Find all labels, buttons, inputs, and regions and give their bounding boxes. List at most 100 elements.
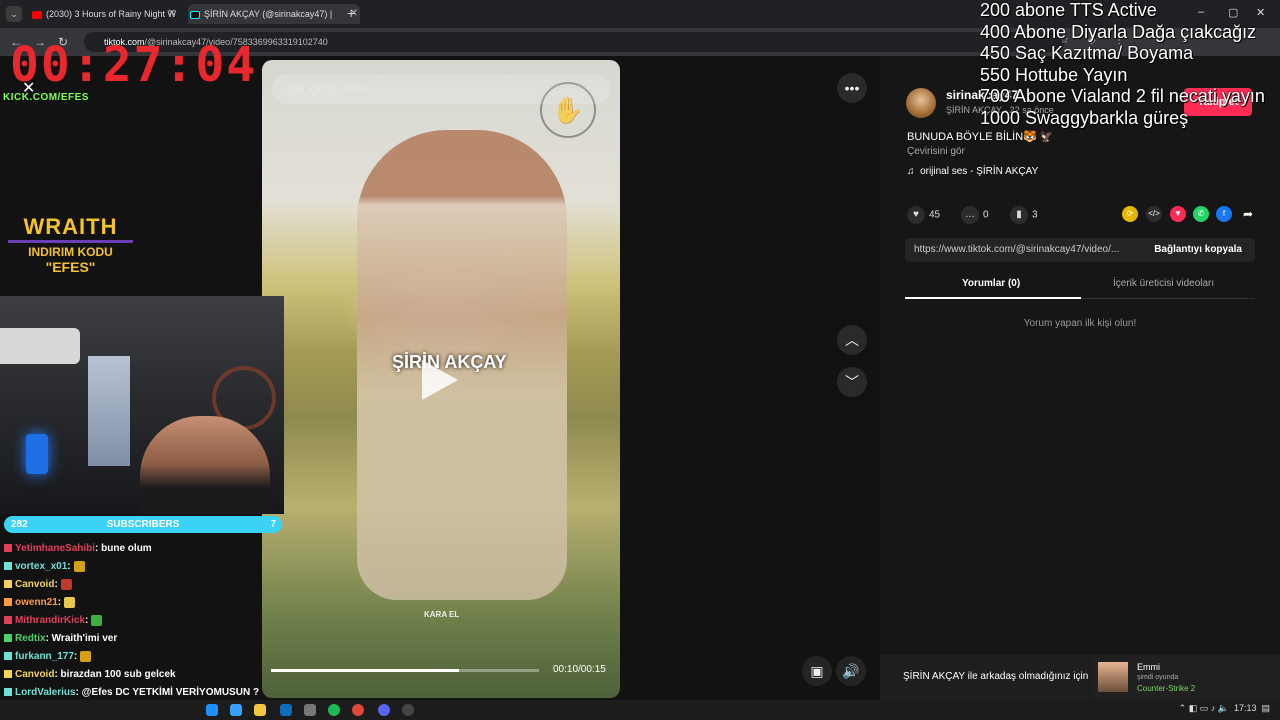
comment-count: 0 [983,209,989,221]
steam-friend-toast[interactable]: Emmi şimdi oyunda Counter-Strike 2 [1092,656,1280,700]
more-options-button[interactable]: ••• [837,73,867,103]
comment-icon: … [961,206,979,224]
system-tray[interactable]: ⌃ ◧ ▭ ♪ 🔈 17:13 ▤ [1179,703,1270,714]
chat-text: : [57,597,62,608]
related-search-input[interactable]: İlgili içeriği bulun ⌕ [272,74,610,104]
sponsor-banner: WRAITH INDIRIM KODU "EFES" [8,214,133,275]
tab-search-button[interactable]: ⌄ [6,6,22,22]
sponsor-subtitle: INDIRIM KODU [28,245,113,259]
share-link-box: https://www.tiktok.com/@sirinakcay47/vid… [905,238,1255,262]
like-button[interactable]: ♥ 45 [907,206,940,224]
share-arrow-icon[interactable]: ➦ [1240,206,1256,222]
chat-badge-icon [4,634,12,643]
chat-username[interactable]: Canvoid [15,579,54,590]
chat-text: : bune olum [95,543,152,554]
chat-emote-icon [91,614,103,626]
tab-comments[interactable]: Yorumlar (0) [962,278,1020,289]
chat-message: furkann_177: [0,648,262,666]
bookmark-icon: ▮ [1010,206,1028,224]
chat-badge-icon [4,670,12,679]
subs-label: SUBSCRIBERS [106,519,180,530]
goal-item: 1000 Swaggybarkla güreş [980,107,1189,128]
video-time: 00:10/00:15 [553,664,606,675]
search-placeholder: İlgili içeriği bulun [284,82,373,96]
chat-username[interactable]: Canvoid [15,669,54,680]
comment-button[interactable]: … 0 [961,206,989,224]
tab-youtube[interactable]: (2030) 3 Hours of Rainy Night W ✕ [30,4,178,24]
webcam-air-conditioner [0,328,80,364]
store-icon[interactable] [304,704,316,716]
previous-video-button[interactable]: ︿ [837,325,867,355]
tab-creator-videos[interactable]: İçerik üreticisi videoları [1113,278,1214,289]
avatar[interactable] [906,88,936,118]
kick-url-text: KICK.COM/EFES [3,92,89,103]
chrome-icon[interactable] [352,704,364,716]
save-button[interactable]: ▮ 3 [1010,206,1038,224]
chat-badge-icon [4,598,12,607]
notification-icon[interactable]: ▤ [1261,703,1270,713]
chat-username[interactable]: YetimhaneSahibi [15,543,95,554]
volume-button[interactable]: 🔊 [836,656,866,686]
share-link-url[interactable]: https://www.tiktok.com/@sirinakcay47/vid… [914,238,1142,262]
explorer-icon[interactable] [254,704,266,716]
play-icon[interactable] [422,360,458,400]
spotify-icon[interactable] [328,704,340,716]
obs-icon[interactable] [402,704,414,716]
chat-username[interactable]: Redtix [15,633,46,644]
goal-item: 550 Hottube Yayın [980,64,1128,85]
pip-button[interactable]: ▣ [802,656,832,686]
close-icon[interactable]: ✕ [168,4,176,24]
whatsapp-icon[interactable]: ✆ [1193,206,1209,222]
chat-badge-icon [4,544,12,553]
chat-badge-icon [4,580,12,589]
send-icon[interactable]: ▼ [1170,206,1186,222]
tab-title: ŞİRİN AKÇAY (@sirinakcay47) | [204,9,333,19]
repost-icon[interactable]: ⟳ [1122,206,1138,222]
next-video-button[interactable]: ﹀ [837,367,867,397]
tray-icons: ⌃ ◧ ▭ ♪ 🔈 [1178,703,1232,713]
chat-message: Canvoid: birazdan 100 sub gelcek [0,666,262,684]
copy-link-button[interactable]: Bağlantıyı kopyala [1154,238,1242,262]
video-progress-fill [271,669,459,672]
goal-item: 700 Abone Vialand 2 fil necati yayın [980,86,1265,106]
chat-message: Canvoid: [0,576,262,594]
chat-username[interactable]: vortex_x01 [15,561,67,572]
friends-notice-text: ŞİRİN AKÇAY ile arkadaş olmadığınız için [903,671,1089,682]
video-kara-el-text: KARA EL [424,610,460,619]
chat-badge-icon [4,652,12,661]
chat-emote-icon [64,596,76,608]
chat-text: : [67,561,71,572]
embed-icon[interactable]: </> [1146,206,1162,222]
tiktok-icon [190,10,200,19]
video-progress-bar[interactable] [271,669,539,672]
chat-text: : birazdan 100 sub gelcek [54,669,176,680]
edge-icon[interactable] [206,704,218,716]
chat-message: MithrandirKick: [0,612,262,630]
sponsor-title: WRAITH [8,214,133,243]
chat-badge-icon [4,688,12,697]
sound-link[interactable]: ♫ orijinal ses - ŞİRİN AKÇAY [907,166,1038,177]
facebook-icon[interactable]: f [1216,206,1232,222]
chat-username[interactable]: furkann_177 [15,651,74,662]
windows-taskbar: ⌃ ◧ ▭ ♪ 🔈 17:13 ▤ [0,700,1280,720]
search-icon[interactable]: ⌕ [591,74,598,104]
tab-tiktok[interactable]: ŞİRİN AKÇAY (@sirinakcay47) | ✕ [188,4,360,24]
new-tab-button[interactable]: + [347,5,355,21]
sponsor-code: "EFES" [45,259,96,275]
see-translation-link[interactable]: Çevirisini gör [907,146,965,157]
save-count: 3 [1032,209,1038,221]
subs-current: 282 [11,519,28,530]
like-count: 45 [929,209,941,221]
youtube-icon [32,10,42,19]
chat-username[interactable]: MithrandirKick [15,615,85,626]
copilot-icon[interactable] [230,704,242,716]
music-note-icon: ♫ [907,166,915,177]
chat-text: : [85,615,89,626]
chat-overlay: YetimhaneSahibi: bune olum vortex_x01: Can… [0,540,262,720]
chat-text: : @Efes DC YETKİMİ VERİYOMUSUN ? [75,687,260,698]
chat-username[interactable]: LordValerius [15,687,76,698]
friend-status: şimdi oyunda [1137,674,1179,681]
chat-username[interactable]: owenn21 [15,597,58,608]
discord-icon[interactable] [378,704,390,716]
outlook-icon[interactable] [280,704,292,716]
